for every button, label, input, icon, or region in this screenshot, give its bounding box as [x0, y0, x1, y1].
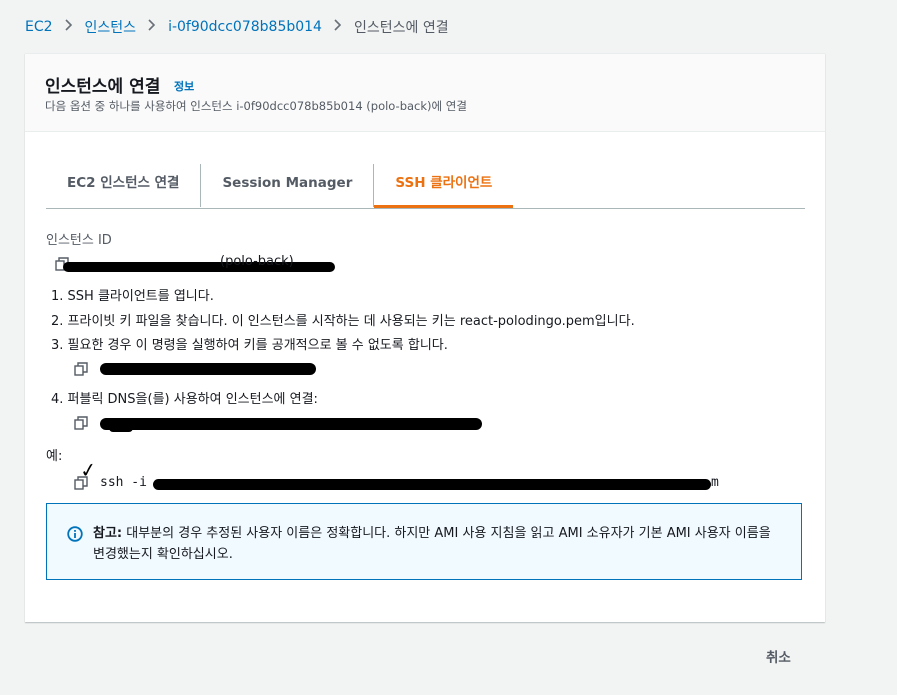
- copy-icon[interactable]: [74, 476, 88, 490]
- alert-text: 참고: 대부분의 경우 추정된 사용자 이름은 정확합니다. 하지만 AMI 사…: [93, 523, 783, 565]
- chevron-right-icon: [334, 19, 342, 35]
- copy-icon[interactable]: [74, 416, 88, 430]
- tab-ec2-instance-connect[interactable]: EC2 인스턴스 연결: [46, 164, 202, 207]
- step-3: 3. 필요한 경우 이 명령을 실행하여 키를 공개적으로 볼 수 없도록 합니…: [51, 338, 448, 353]
- breadcrumb-instances[interactable]: 인스턴스: [85, 17, 137, 37]
- redacted-mark: [109, 424, 133, 432]
- step-1: 1. SSH 클라이언트를 엽니다.: [51, 289, 214, 304]
- cancel-button[interactable]: 취소: [766, 646, 791, 666]
- breadcrumb-ec2[interactable]: EC2: [25, 19, 53, 35]
- instance-id-value: (polo-back): [220, 254, 294, 269]
- redacted-chmod-command: [100, 363, 316, 375]
- info-alert: 참고: 대부분의 경우 추정된 사용자 이름은 정확합니다. 하지만 AMI 사…: [46, 503, 802, 580]
- breadcrumb-current: 인스턴스에 연결: [353, 20, 449, 36]
- example-label: 예:: [46, 449, 63, 464]
- breadcrumb: EC2 인스턴스 i-0f90dcc078b85b014 인스턴스에 연결: [25, 17, 449, 37]
- breadcrumb-instance-id[interactable]: i-0f90dcc078b85b014: [168, 19, 322, 35]
- page-title: 인스턴스에 연결: [45, 77, 161, 97]
- tab-ssh-client[interactable]: SSH 클라이언트: [374, 164, 514, 208]
- step-2: 2. 프라이빗 키 파일을 찾습니다. 이 인스턴스를 시작하는 데 사용되는 …: [51, 314, 635, 329]
- step-4: 4. 퍼블릭 DNS을(를) 사용하여 인스턴스에 연결:: [51, 392, 318, 407]
- redacted-public-dns: [100, 418, 482, 430]
- connect-panel: 인스턴스에 연결 정보 다음 옵션 중 하나를 사용하여 인스턴스 i-0f90…: [25, 53, 825, 622]
- panel-header: 인스턴스에 연결 정보 다음 옵션 중 하나를 사용하여 인스턴스 i-0f90…: [25, 54, 825, 132]
- instance-id-label: 인스턴스 ID: [46, 233, 112, 248]
- chevron-right-icon: [64, 19, 73, 35]
- chevron-right-icon: [148, 19, 156, 35]
- tab-session-manager[interactable]: Session Manager: [201, 164, 375, 207]
- copy-icon[interactable]: [74, 362, 88, 376]
- alert-body: 대부분의 경우 추정된 사용자 이름은 정확합니다. 하지만 AMI 사용 지침…: [93, 526, 771, 562]
- redacted-example-command: [153, 479, 711, 490]
- info-link[interactable]: 정보: [174, 78, 194, 94]
- example-command-prefix: ssh -i: [100, 475, 147, 490]
- info-icon: [67, 526, 83, 542]
- tab-list: EC2 인스턴스 연결 Session Manager SSH 클라이언트: [46, 158, 805, 209]
- example-command-suffix: m: [711, 475, 719, 490]
- page-description: 다음 옵션 중 하나를 사용하여 인스턴스 i-0f90dcc078b85b01…: [45, 99, 467, 113]
- redacted-instance-id: [63, 262, 335, 272]
- alert-bold-label: 참고:: [93, 526, 123, 541]
